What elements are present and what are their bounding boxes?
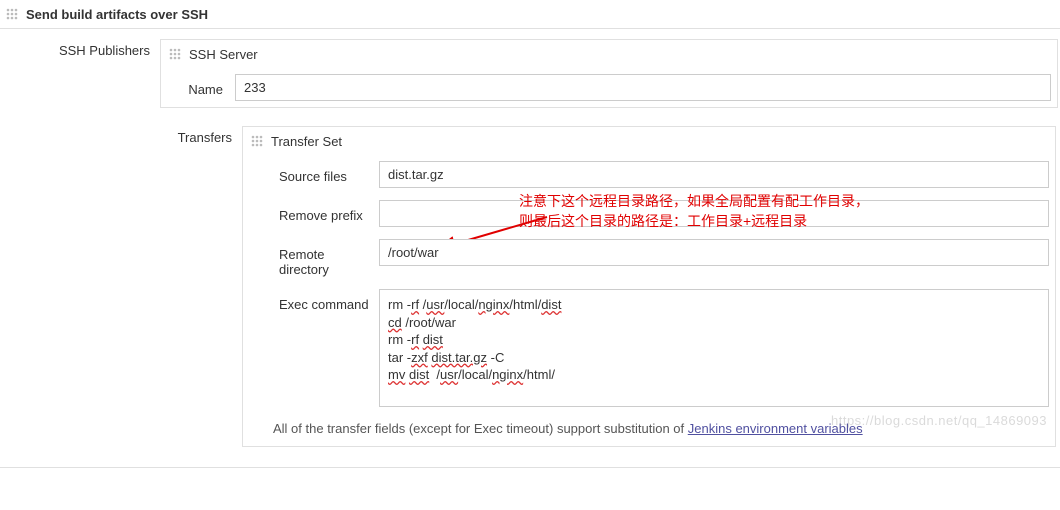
remote-directory-input[interactable] [379, 239, 1049, 266]
transfer-set-header: Transfer Set [271, 134, 342, 149]
remove-prefix-input[interactable] [379, 200, 1049, 227]
transfer-set-block: Transfer Set Source files Remove prefix [242, 126, 1056, 447]
drag-handle-icon[interactable] [4, 6, 20, 22]
name-label: Name [167, 74, 235, 97]
ssh-server-header: SSH Server [189, 47, 258, 62]
section-title: Send build artifacts over SSH [26, 7, 208, 22]
exec-command-label: Exec command [249, 289, 379, 312]
source-files-label: Source files [249, 161, 379, 184]
section-header: Send build artifacts over SSH [0, 0, 1060, 29]
transfers-label: Transfers [160, 116, 242, 155]
drag-handle-icon[interactable] [167, 46, 183, 62]
transfer-help-text: All of the transfer fields (except for E… [243, 413, 1055, 446]
remove-prefix-label: Remove prefix [249, 200, 379, 223]
exec-command-input[interactable]: rm -rf /usr/local/nginx/html/dist cd /ro… [379, 289, 1049, 407]
source-files-input[interactable] [379, 161, 1049, 188]
ssh-server-block: SSH Server Name [160, 39, 1058, 108]
name-input[interactable] [235, 74, 1051, 101]
ssh-publishers-label: SSH Publishers [0, 29, 160, 68]
remote-directory-label: Remote directory [249, 239, 379, 277]
drag-handle-icon[interactable] [249, 133, 265, 149]
env-variables-link[interactable]: Jenkins environment variables [688, 421, 863, 436]
